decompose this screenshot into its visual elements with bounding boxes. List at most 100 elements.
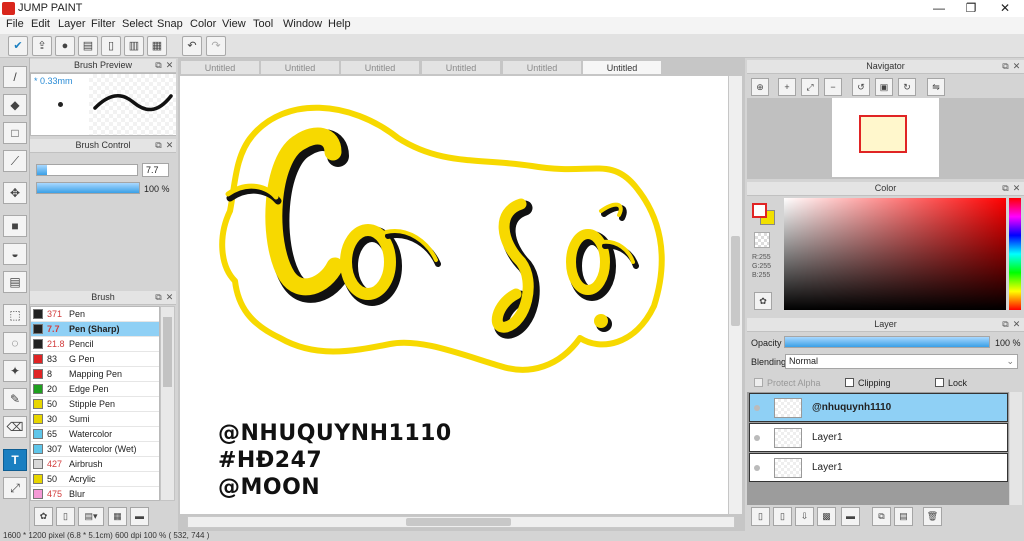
text-tool-icon[interactable]: T: [3, 449, 27, 471]
close-icon[interactable]: ✕: [1012, 184, 1021, 193]
navigator-preview[interactable]: [832, 98, 939, 177]
delete-layer-icon[interactable]: 🗑: [923, 507, 942, 526]
undock-icon[interactable]: ⧉: [154, 293, 163, 302]
eraser-tool-icon[interactable]: ◆: [3, 94, 27, 116]
foreground-color-swatch[interactable]: [752, 203, 767, 218]
grid-icon[interactable]: ▦: [147, 36, 167, 56]
merge-layer-icon[interactable]: ⇩: [795, 507, 814, 526]
brush-item[interactable]: 50 Stipple Pen: [31, 397, 159, 412]
brush-item[interactable]: 371 Pen: [31, 307, 159, 322]
lock-checkbox[interactable]: [935, 378, 944, 387]
close-icon[interactable]: ✕: [165, 293, 174, 302]
brush-tool-icon[interactable]: /: [3, 66, 27, 88]
layer-settings-icon[interactable]: ▤: [894, 507, 913, 526]
select-pen-tool-icon[interactable]: ✎: [3, 388, 27, 410]
select-rect-tool-icon[interactable]: ⬚: [3, 304, 27, 326]
layer-row[interactable]: Layer1: [749, 423, 1008, 452]
move-tool-icon[interactable]: ✥: [3, 182, 27, 204]
share-icon[interactable]: ⇪: [32, 36, 52, 56]
color-saturation-picker[interactable]: [784, 198, 1006, 310]
hue-slider[interactable]: [1009, 198, 1021, 310]
layer-visibility-icon[interactable]: [754, 465, 760, 471]
brush-scroll-thumb[interactable]: [163, 317, 172, 387]
layer-row[interactable]: Layer1: [749, 453, 1008, 482]
menu-layer[interactable]: Layer: [58, 18, 86, 30]
close-icon[interactable]: ✕: [165, 141, 174, 150]
close-button[interactable]: ✕: [988, 0, 1022, 17]
zoom-out-icon[interactable]: −: [824, 78, 842, 96]
brush-list-scrollbar[interactable]: [160, 306, 175, 501]
magic-wand-tool-icon[interactable]: ✦: [3, 360, 27, 382]
protect-alpha-checkbox[interactable]: [754, 378, 763, 387]
undock-icon[interactable]: ⧉: [1001, 184, 1010, 193]
fit-screen-icon[interactable]: ⤢: [801, 78, 819, 96]
rectangle-tool-icon[interactable]: □: [3, 122, 27, 144]
eyedropper-tool-icon[interactable]: ⤢: [3, 477, 27, 499]
menu-snap[interactable]: Snap: [157, 18, 183, 30]
menu-edit[interactable]: Edit: [31, 18, 50, 30]
brush-folder-icon[interactable]: ▬: [130, 507, 149, 526]
layer-folder-icon[interactable]: ▬: [841, 507, 860, 526]
close-icon[interactable]: ✕: [1012, 320, 1021, 329]
fill-rect-tool-icon[interactable]: ■: [3, 215, 27, 237]
brush-item[interactable]: 20 Edge Pen: [31, 382, 159, 397]
menu-filter[interactable]: Filter: [91, 18, 115, 30]
brush-item[interactable]: 30 Sumi: [31, 412, 159, 427]
page-icon[interactable]: ▯: [101, 36, 121, 56]
tab-untitled-2[interactable]: Untitled: [260, 60, 340, 75]
layer-mask-icon[interactable]: ▩: [817, 507, 836, 526]
menu-help[interactable]: Help: [328, 18, 351, 30]
maximize-button[interactable]: ❐: [954, 0, 988, 17]
rotate-left-icon[interactable]: ↺: [852, 78, 870, 96]
brush-item[interactable]: 7.7 Pen (Sharp): [31, 322, 159, 337]
menu-file[interactable]: File: [6, 18, 24, 30]
tab-untitled-active[interactable]: Untitled: [582, 60, 662, 75]
menu-window[interactable]: Window: [283, 18, 322, 30]
undock-icon[interactable]: ⧉: [1001, 62, 1010, 71]
palette-icon[interactable]: ✿: [754, 292, 772, 310]
minimize-button[interactable]: —: [922, 0, 956, 17]
layer-duplicate-icon[interactable]: ⧉: [872, 507, 891, 526]
canvas-vscroll-thumb[interactable]: [731, 236, 740, 326]
layer-row[interactable]: @nhuquynh1110: [749, 393, 1008, 422]
brush-item[interactable]: 50 Acrylic: [31, 472, 159, 487]
copy-layer-icon[interactable]: ▯: [773, 507, 792, 526]
new-layer-icon[interactable]: ▯: [751, 507, 770, 526]
brush-item[interactable]: 21.8 Pencil: [31, 337, 159, 352]
brush-size-slider[interactable]: [36, 164, 138, 176]
brush-item[interactable]: 427 Airbrush: [31, 457, 159, 472]
tab-untitled-1[interactable]: Untitled: [180, 60, 260, 75]
brush-copy-icon[interactable]: ▦: [108, 507, 127, 526]
brush-opacity-slider[interactable]: [36, 182, 140, 194]
undock-icon[interactable]: ⧉: [154, 141, 163, 150]
lasso-tool-icon[interactable]: ◌: [3, 332, 27, 354]
bucket-tool-icon[interactable]: ◒: [3, 243, 27, 265]
close-icon[interactable]: ✕: [165, 61, 174, 70]
zoom-fit-icon[interactable]: ⊕: [751, 78, 769, 96]
comment-icon[interactable]: ●: [55, 36, 75, 56]
brush-menu-icon[interactable]: ▤▾: [78, 507, 104, 526]
line-tool-icon[interactable]: ⟋: [3, 150, 27, 172]
brush-item[interactable]: 83 G Pen: [31, 352, 159, 367]
brush-item[interactable]: 307 Watercolor (Wet): [31, 442, 159, 457]
tab-untitled-4[interactable]: Untitled: [421, 60, 501, 75]
tab-untitled-3[interactable]: Untitled: [340, 60, 420, 75]
message-icon[interactable]: ▤: [78, 36, 98, 56]
brush-settings-icon[interactable]: ✿: [34, 507, 53, 526]
canvas-hscroll-thumb[interactable]: [406, 518, 511, 526]
layer-opacity-slider[interactable]: [784, 336, 990, 348]
layer-list-scrollbar[interactable]: [1010, 392, 1022, 505]
select-eraser-tool-icon[interactable]: ⌫: [3, 416, 27, 438]
menu-tool[interactable]: Tool: [253, 18, 273, 30]
menu-color[interactable]: Color: [190, 18, 216, 30]
new-brush-icon[interactable]: ▯: [56, 507, 75, 526]
reset-view-icon[interactable]: ▣: [875, 78, 893, 96]
redo-icon[interactable]: ↷: [206, 36, 226, 56]
menu-select[interactable]: Select: [122, 18, 153, 30]
canvas-horizontal-scrollbar[interactable]: [187, 516, 735, 528]
blending-select[interactable]: Normal ⌄: [785, 354, 1018, 369]
brush-size-input[interactable]: 7.7: [142, 163, 169, 177]
undo-icon[interactable]: ↶: [182, 36, 202, 56]
transparent-color-icon[interactable]: [754, 232, 770, 248]
close-icon[interactable]: ✕: [1012, 62, 1021, 71]
